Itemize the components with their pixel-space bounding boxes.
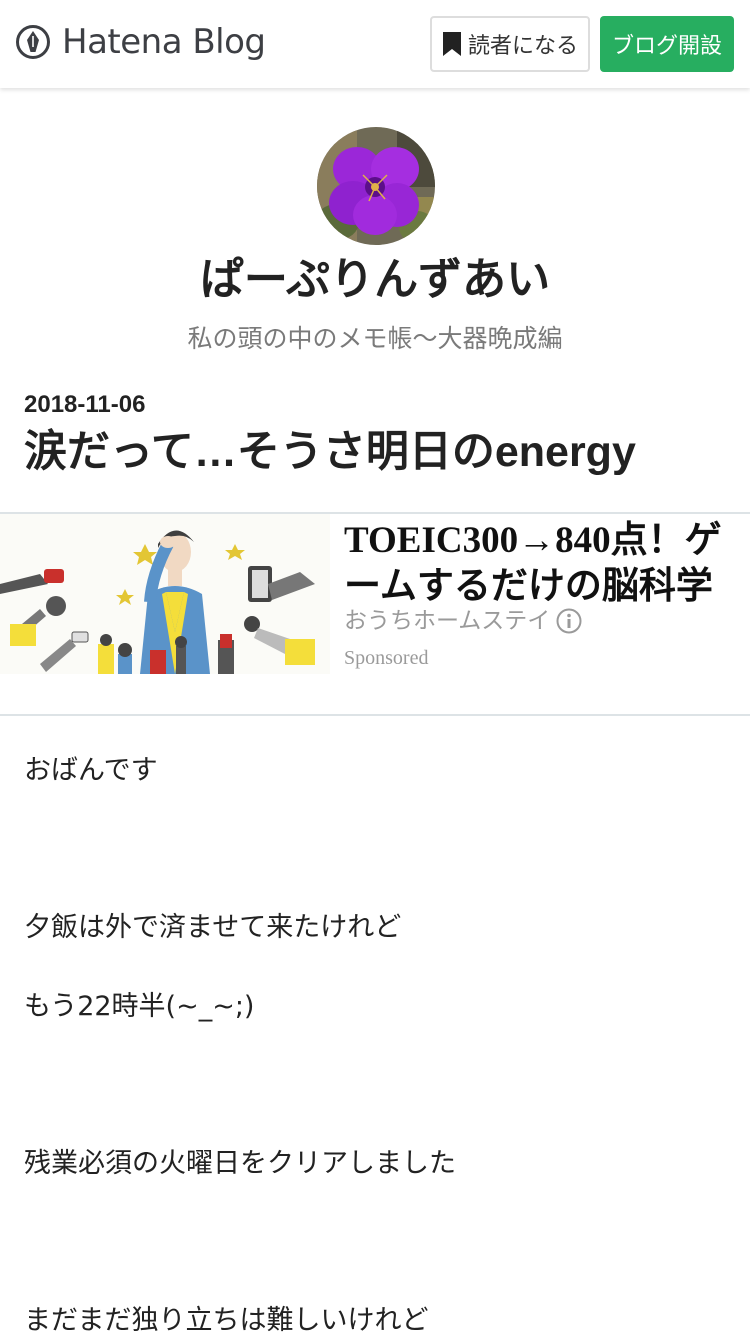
entry-title[interactable]: 涙だって…そうさ明日のenergy	[24, 424, 636, 480]
ad-source-label: おうちホームステイ	[344, 608, 551, 634]
ad-sponsored-label: Sponsored	[344, 647, 429, 669]
body-paragraph: もう22時半(~_~;)	[24, 991, 255, 1022]
press-conference-illustration	[0, 514, 330, 674]
body-paragraph: 夕飯は外で済ませて来たけれど	[24, 912, 402, 943]
body-paragraph: 残業必須の火曜日をクリアしました	[24, 1148, 456, 1179]
body-paragraph: おばんです	[24, 755, 158, 786]
subscribe-button[interactable]: 読者になる	[430, 16, 590, 72]
hatena-pen-icon	[16, 25, 50, 59]
blog-avatar[interactable]	[317, 127, 435, 245]
divider	[0, 714, 750, 716]
info-icon[interactable]	[556, 608, 582, 634]
sponsored-ad[interactable]: TOEIC300→840点！ゲームするだけの脳科学 おうちホームステイ Spon…	[0, 514, 750, 714]
hatena-blog-logo[interactable]: Hatena Blog	[16, 22, 266, 62]
ad-source: おうちホームステイ	[344, 606, 582, 636]
subscribe-label: 読者になる	[467, 34, 578, 59]
top-navigation-bar: Hatena Blog 読者になる ブログ開設	[0, 0, 750, 88]
open-blog-button[interactable]: ブログ開設	[600, 16, 734, 72]
ad-headline[interactable]: TOEIC300→840点！ゲームするだけの脳科学	[344, 518, 744, 610]
logo-text: Hatena Blog	[62, 22, 266, 62]
bookmark-icon	[442, 32, 461, 56]
entry-date[interactable]: 2018-11-06	[24, 390, 145, 420]
blog-description: 私の頭の中のメモ帳～大器晩成編	[187, 324, 563, 353]
blog-title[interactable]: ぱーぷりんずあい	[0, 250, 750, 310]
ad-illustration[interactable]	[0, 514, 330, 674]
flower-avatar-image	[317, 127, 435, 245]
